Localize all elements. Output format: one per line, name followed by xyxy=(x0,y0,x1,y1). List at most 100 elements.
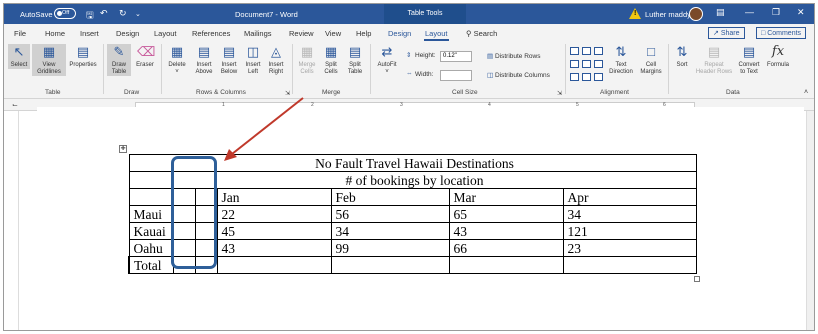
value-cell[interactable] xyxy=(448,256,564,274)
ribbon-tabs: File Home Insert Design Layout Reference… xyxy=(4,24,814,41)
month-header-cell[interactable]: Feb xyxy=(330,188,450,206)
tab-home[interactable]: Home xyxy=(45,29,65,38)
location-cell[interactable]: Maui xyxy=(128,205,174,223)
tab-table-design[interactable]: Design xyxy=(388,29,411,38)
align-middle-right-icon[interactable] xyxy=(594,60,603,68)
value-cell[interactable]: 43 xyxy=(448,222,564,240)
draw-table-button[interactable]: ✎ Draw Table xyxy=(107,44,131,76)
search-box[interactable]: ⚲ Search xyxy=(466,29,497,38)
comments-button[interactable]: □ Comments xyxy=(756,27,807,39)
eraser-button[interactable]: ⌫ Eraser xyxy=(133,44,157,69)
month-header-cell[interactable]: Jan xyxy=(216,188,332,206)
repeat-header-rows-button[interactable]: ▤ Repeat Header Rows xyxy=(695,44,733,76)
value-cell[interactable]: 56 xyxy=(330,205,450,223)
align-middle-left-icon[interactable] xyxy=(570,60,579,68)
autosave-toggle[interactable]: Off xyxy=(54,8,76,19)
value-cell[interactable]: 66 xyxy=(448,239,564,257)
insert-left-button[interactable]: ◫ Insert Left xyxy=(242,44,264,76)
tab-insert[interactable]: Insert xyxy=(80,29,99,38)
redo-icon[interactable]: ↻ xyxy=(119,8,127,19)
height-spinner[interactable]: 0.12" xyxy=(440,51,472,62)
formula-label: Formula xyxy=(766,62,789,68)
total-label-cell[interactable]: Total xyxy=(128,256,174,274)
insert-right-label-2: Right xyxy=(268,69,283,75)
text-direction-button[interactable]: ⇅ Text Direction xyxy=(606,44,636,76)
distribute-columns-button[interactable]: ◫ Distribute Columns xyxy=(487,71,550,79)
undo-icon[interactable]: ↶ xyxy=(100,8,108,19)
comments-icon: □ xyxy=(761,30,766,37)
width-spinner[interactable] xyxy=(440,70,472,81)
maximize-icon[interactable]: ❐ xyxy=(772,7,780,18)
value-cell[interactable]: 45 xyxy=(216,222,332,240)
insert-above-button[interactable]: ▤ Insert Above xyxy=(192,44,216,76)
draw-table-label-2: Table xyxy=(111,69,127,75)
insert-below-button[interactable]: ▤ Insert Below xyxy=(217,44,241,76)
value-cell[interactable]: 65 xyxy=(448,205,564,223)
value-cell[interactable]: 99 xyxy=(330,239,450,257)
tab-file[interactable]: File xyxy=(14,29,26,38)
merge-cells-button[interactable]: ▦ Merge Cells xyxy=(296,44,318,76)
tab-view[interactable]: View xyxy=(325,29,341,38)
align-top-left-icon[interactable] xyxy=(570,47,579,55)
ribbon-display-icon[interactable]: ▤ xyxy=(716,7,725,18)
tab-layout[interactable]: Layout xyxy=(154,29,177,38)
close-icon[interactable]: ✕ xyxy=(797,7,805,18)
value-cell[interactable] xyxy=(216,256,332,274)
sort-button[interactable]: ⇅ Sort xyxy=(671,44,693,69)
align-bottom-left-icon[interactable] xyxy=(570,73,579,81)
value-cell[interactable]: 22 xyxy=(216,205,332,223)
delete-button[interactable]: ▦ Delete ˅ xyxy=(164,44,190,76)
properties-button[interactable]: ▤ Properties xyxy=(68,44,98,69)
value-cell[interactable] xyxy=(562,256,697,274)
cell-size-launcher-icon[interactable]: ⇲ xyxy=(557,90,562,97)
minimize-icon[interactable]: — xyxy=(745,7,754,17)
tab-review[interactable]: Review xyxy=(289,29,314,38)
tab-help[interactable]: Help xyxy=(356,29,371,38)
share-button[interactable]: ↗ Share xyxy=(708,27,745,39)
tab-table-layout[interactable]: Layout xyxy=(424,29,449,41)
tab-references[interactable]: References xyxy=(192,29,230,38)
tab-selector-icon[interactable]: ⌙ xyxy=(12,101,18,109)
align-top-right-icon[interactable] xyxy=(594,47,603,55)
location-cell[interactable]: Kauai xyxy=(128,222,174,240)
distribute-rows-button[interactable]: ▤ Distribute Rows xyxy=(487,52,540,60)
collapse-ribbon-icon[interactable]: ˄ xyxy=(804,89,808,96)
autofit-button[interactable]: ⇄ AutoFit ˅ xyxy=(373,44,401,76)
location-cell[interactable]: Oahu xyxy=(128,239,174,257)
vertical-scrollbar[interactable] xyxy=(806,111,814,330)
tab-mailings[interactable]: Mailings xyxy=(244,29,272,38)
convert-to-text-button[interactable]: ▤ Convert to Text xyxy=(735,44,763,76)
month-header-cell[interactable]: Apr xyxy=(562,188,697,206)
formula-button[interactable]: fx Formula xyxy=(764,44,792,69)
insert-above-label-1: Insert xyxy=(196,62,212,68)
value-cell[interactable]: 121 xyxy=(562,222,697,240)
table-move-handle-icon[interactable]: ✚ xyxy=(119,145,127,153)
insert-right-button[interactable]: ◬ Insert Right xyxy=(265,44,287,76)
split-cells-button[interactable]: ▦ Split Cells xyxy=(320,44,342,76)
align-middle-center-icon[interactable] xyxy=(582,60,591,68)
table-cell[interactable] xyxy=(128,188,174,206)
avatar[interactable] xyxy=(689,7,703,21)
tab-design[interactable]: Design xyxy=(116,29,139,38)
table-resize-handle[interactable] xyxy=(694,276,700,282)
cell-margins-button[interactable]: □ Cell Margins xyxy=(638,44,664,76)
save-icon[interactable]: 🖫 xyxy=(86,8,94,24)
value-cell[interactable] xyxy=(330,256,450,274)
value-cell[interactable]: 23 xyxy=(562,239,697,257)
align-bottom-center-icon[interactable] xyxy=(582,73,591,81)
select-button[interactable]: ↖ Select xyxy=(8,44,30,69)
customize-qat-icon[interactable]: ⌄ xyxy=(135,10,141,18)
group-separator xyxy=(292,44,293,94)
column-width-icon: ⇔ xyxy=(406,70,413,77)
value-cell[interactable]: 43 xyxy=(216,239,332,257)
rows-columns-launcher-icon[interactable]: ⇲ xyxy=(285,90,290,97)
view-gridlines-button[interactable]: ▦ View Gridlines xyxy=(32,44,66,76)
align-bottom-right-icon[interactable] xyxy=(594,73,603,81)
user-name[interactable]: Luther maddy xyxy=(645,10,691,19)
value-cell[interactable]: 34 xyxy=(562,205,697,223)
value-cell[interactable]: 34 xyxy=(330,222,450,240)
warning-icon[interactable]: ! xyxy=(629,8,641,19)
align-top-center-icon[interactable] xyxy=(582,47,591,55)
split-table-button[interactable]: ▤ Split Table xyxy=(344,44,366,76)
month-header-cell[interactable]: Mar xyxy=(448,188,564,206)
